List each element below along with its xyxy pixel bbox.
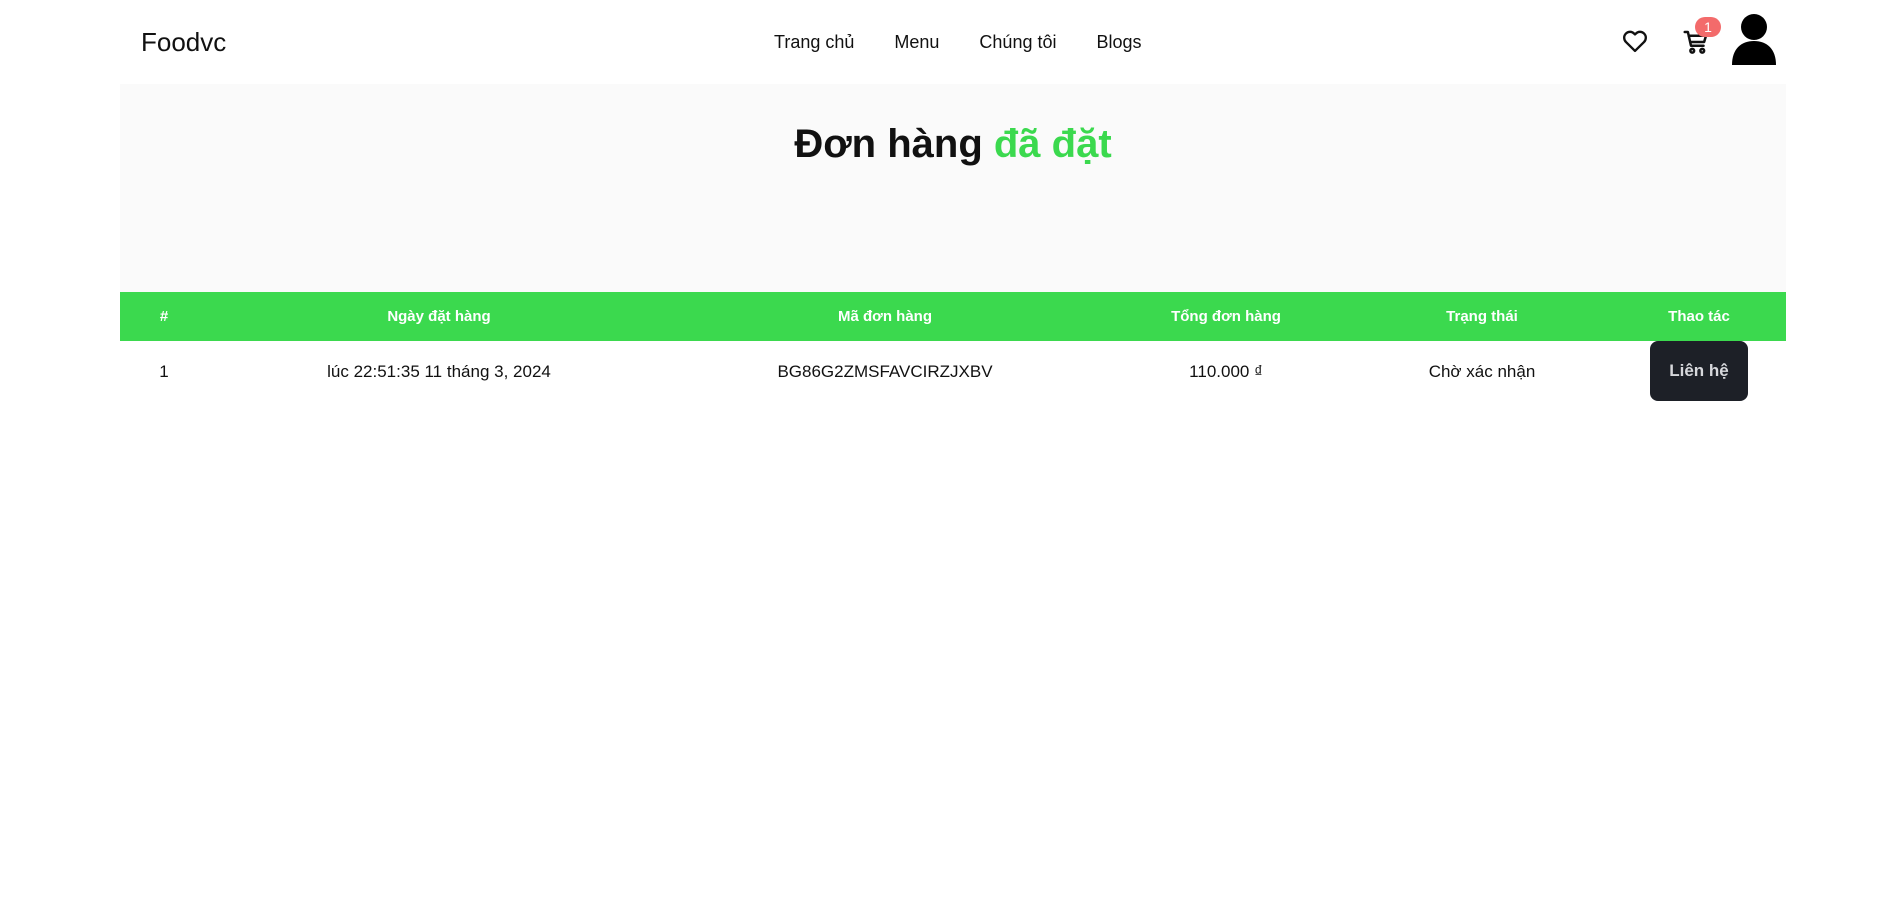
column-header-action: Thao tác — [1668, 308, 1730, 325]
order-status: Chờ xác nhận — [1428, 362, 1536, 381]
order-index: 1 — [159, 362, 169, 381]
orders-table-head: # Ngày đặt hàng Mã đơn hàng Tổng đơn hàn… — [120, 292, 1786, 341]
navbar: Foodvc Trang chủ Menu Chúng tôi Blogs 1 — [0, 0, 1891, 84]
nav-link-about[interactable]: Chúng tôi — [979, 30, 1056, 54]
nav-link-menu[interactable]: Menu — [894, 30, 939, 54]
contact-button[interactable]: Liên hệ — [1650, 341, 1748, 401]
column-header-status: Trạng thái — [1446, 308, 1518, 325]
page-hero: Đơn hàng đã đặt — [120, 84, 1786, 292]
user-avatar-icon[interactable] — [1731, 13, 1777, 65]
heart-icon[interactable] — [1621, 27, 1649, 55]
column-header-index: # — [159, 308, 169, 325]
cart-count-badge: 1 — [1695, 17, 1721, 37]
order-date: lúc 22:51:35 11 tháng 3, 2024 — [327, 362, 551, 381]
page-title: Đơn hàng đã đặt — [120, 120, 1786, 168]
order-total: 110.000 ₫ — [1189, 362, 1263, 381]
column-header-code: Mã đơn hàng — [838, 308, 932, 325]
orders-table-body: 1 lúc 22:51:35 11 tháng 3, 2024 BG86G2ZM… — [120, 341, 1786, 403]
main-nav: Trang chủ Menu Chúng tôi Blogs — [774, 30, 1142, 54]
logo[interactable]: Foodvc — [141, 26, 226, 58]
order-code: BG86G2ZMSFAVCIRZJXBV — [777, 362, 993, 381]
order-action-cell: Liên hệ — [1612, 341, 1786, 403]
orders-table: # Ngày đặt hàng Mã đơn hàng Tổng đơn hàn… — [120, 292, 1786, 403]
nav-link-blogs[interactable]: Blogs — [1096, 30, 1141, 54]
column-header-total: Tổng đơn hàng — [1171, 308, 1281, 325]
nav-link-home[interactable]: Trang chủ — [774, 30, 854, 54]
page-title-accent: đã đặt — [993, 122, 1112, 166]
column-header-date: Ngày đặt hàng — [387, 308, 491, 325]
header-row: # Ngày đặt hàng Mã đơn hàng Tổng đơn hàn… — [120, 292, 1786, 341]
table-row: 1 lúc 22:51:35 11 tháng 3, 2024 BG86G2ZM… — [120, 341, 1786, 403]
page-title-main: Đơn hàng — [794, 122, 983, 166]
